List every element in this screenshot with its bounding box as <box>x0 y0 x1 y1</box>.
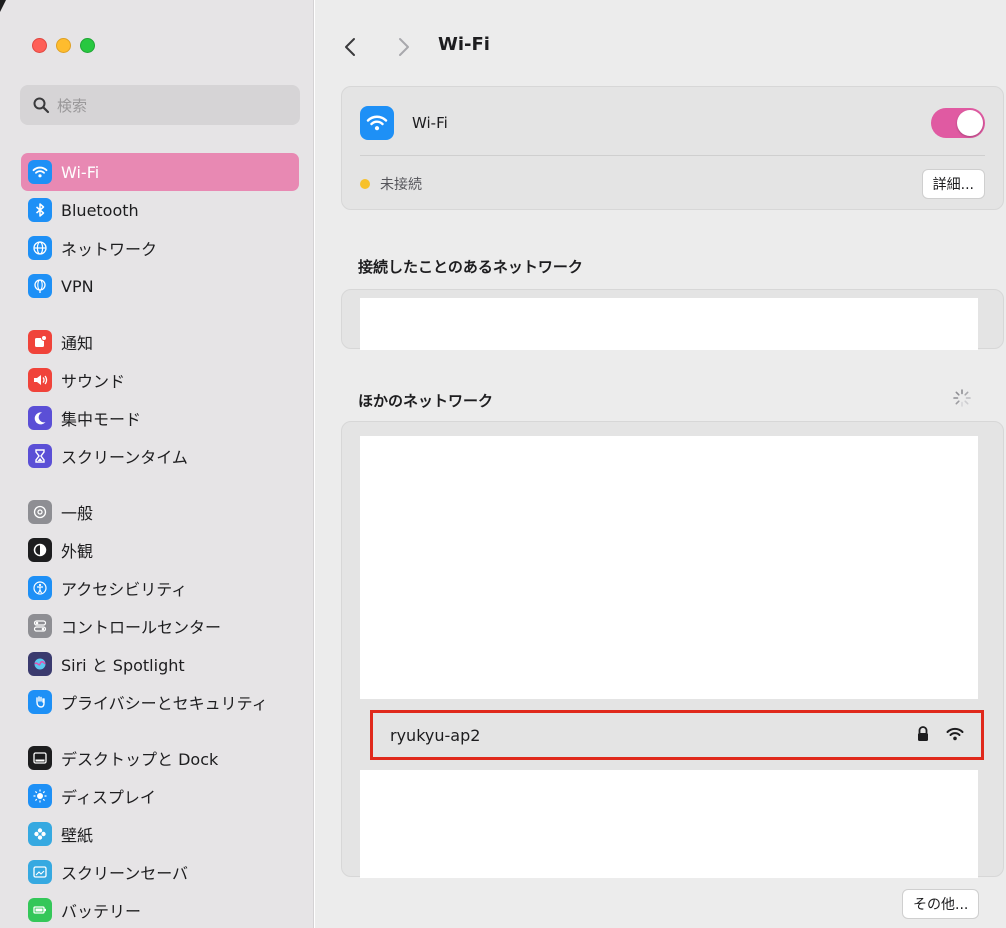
sidebar-item-appearance[interactable]: 外観 <box>21 531 299 569</box>
sidebar-item-screen-time[interactable]: スクリーンタイム <box>21 437 299 475</box>
battery-icon <box>28 898 52 922</box>
dock-icon <box>28 746 52 770</box>
other-networks-area-top <box>360 436 978 699</box>
loading-spinner-icon <box>953 389 971 407</box>
sidebar-item-privacy-security[interactable]: プライバシーとセキュリティ <box>21 683 299 721</box>
sidebar-item-focus[interactable]: 集中モード <box>21 399 299 437</box>
other-button[interactable]: その他... <box>902 889 980 919</box>
sidebar-item-label: VPN <box>61 276 94 296</box>
sidebar-item-label: バッテリー <box>61 902 142 921</box>
wifi-card: Wi-Fi 未接続 詳細... <box>341 86 1004 210</box>
sidebar-item-desktop-dock[interactable]: デスクトップと Dock <box>21 739 299 777</box>
sidebar-item-siri-spotlight[interactable]: Siri と Spotlight <box>21 645 299 683</box>
sidebar-item-vpn[interactable]: VPN <box>21 267 299 305</box>
corner-mark <box>0 0 6 12</box>
sidebar-item-label: 壁紙 <box>61 826 94 845</box>
zoom-button[interactable] <box>80 38 95 53</box>
sidebar-item-bluetooth[interactable]: Bluetooth <box>21 191 299 229</box>
sidebar-item-control-center[interactable]: コントロールセンター <box>21 607 299 645</box>
sidebar-item-label: ネットワーク <box>61 240 158 259</box>
sidebar-item-label: 一般 <box>61 504 94 523</box>
sidebar-item-label: スクリーンタイム <box>61 448 188 467</box>
highlight-box <box>370 710 984 760</box>
wifi-icon <box>360 106 394 140</box>
forward-chevron-icon[interactable] <box>393 35 413 59</box>
sidebar-item-label: サウンド <box>61 372 126 391</box>
siri-icon <box>28 652 52 676</box>
wifi-label: Wi-Fi <box>412 114 448 132</box>
sidebar-item-label: コントロールセンター <box>61 618 222 637</box>
sidebar-item-network[interactable]: ネットワーク <box>21 229 299 267</box>
sidebar-item-battery[interactable]: バッテリー <box>21 891 299 928</box>
vpn-globe-icon <box>28 274 52 298</box>
window-controls <box>32 38 95 53</box>
sidebar-item-label: プライバシーとセキュリティ <box>61 694 268 713</box>
connection-status: 未接続 <box>380 177 422 193</box>
known-networks-title: 接続したことのあるネットワーク <box>358 258 583 276</box>
known-networks-list <box>341 289 1004 350</box>
details-button[interactable]: 詳細... <box>921 169 985 199</box>
sidebar: 検索 Wi-Fi Bluetooth ネットワーク VPN 通知 サウンド 集中… <box>0 0 314 928</box>
sidebar-item-sound[interactable]: サウンド <box>21 361 299 399</box>
globe-icon <box>28 236 52 260</box>
sidebar-item-wallpaper[interactable]: 壁紙 <box>21 815 299 853</box>
sidebar-item-notifications[interactable]: 通知 <box>21 323 299 361</box>
divider <box>360 155 985 156</box>
search-icon <box>33 97 50 114</box>
moon-icon <box>28 406 52 430</box>
control-center-icon <box>28 614 52 638</box>
hourglass-icon <box>28 444 52 468</box>
appearance-icon <box>28 538 52 562</box>
bluetooth-icon <box>28 198 52 222</box>
sidebar-item-label: Siri と Spotlight <box>61 656 185 675</box>
speaker-icon <box>28 368 52 392</box>
wifi-toggle-row: Wi-Fi <box>360 105 985 141</box>
search-field[interactable]: 検索 <box>20 85 300 125</box>
sidebar-item-label: 外観 <box>61 542 94 561</box>
sidebar-item-label: Bluetooth <box>61 200 139 220</box>
accessibility-icon <box>28 576 52 600</box>
sidebar-item-label: デスクトップと Dock <box>61 750 219 769</box>
wifi-icon <box>28 160 52 184</box>
hand-icon <box>28 690 52 714</box>
page-title: Wi-Fi <box>438 34 490 55</box>
sidebar-item-wifi[interactable]: Wi-Fi <box>21 153 299 191</box>
wifi-toggle[interactable] <box>931 108 985 138</box>
status-dot <box>360 179 370 189</box>
bell-icon <box>28 330 52 354</box>
sidebar-item-label: Wi-Fi <box>61 162 100 182</box>
gear-icon <box>28 500 52 524</box>
sidebar-item-label: スクリーンセーバ <box>61 864 189 883</box>
other-networks-list: ryukyu-ap2 <box>341 421 1004 878</box>
flower-icon <box>28 822 52 846</box>
other-networks-area-bottom <box>360 770 978 878</box>
sidebar-item-accessibility[interactable]: アクセシビリティ <box>21 569 299 607</box>
sidebar-item-label: 集中モード <box>61 410 142 429</box>
back-chevron-icon[interactable] <box>341 35 361 59</box>
sidebar-item-general[interactable]: 一般 <box>21 493 299 531</box>
sidebar-item-label: アクセシビリティ <box>61 580 188 599</box>
wifi-status-row: 未接続 詳細... <box>360 169 985 199</box>
sidebar-item-screen-saver[interactable]: スクリーンセーバ <box>21 853 299 891</box>
sidebar-item-label: 通知 <box>61 334 94 353</box>
sun-icon <box>28 784 52 808</box>
sidebar-item-displays[interactable]: ディスプレイ <box>21 777 299 815</box>
known-networks-area <box>360 298 978 350</box>
other-networks-title: ほかのネットワーク <box>358 392 494 410</box>
close-button[interactable] <box>32 38 47 53</box>
screensaver-icon <box>28 860 52 884</box>
main-pane: Wi-Fi Wi-Fi 未接続 詳細... 接続したことのあるネットワーク ほか… <box>315 0 1006 928</box>
sidebar-list: Wi-Fi Bluetooth ネットワーク VPN 通知 サウンド 集中モード… <box>21 153 299 928</box>
sidebar-item-label: ディスプレイ <box>61 788 156 807</box>
minimize-button[interactable] <box>56 38 71 53</box>
search-placeholder: 検索 <box>57 96 88 115</box>
